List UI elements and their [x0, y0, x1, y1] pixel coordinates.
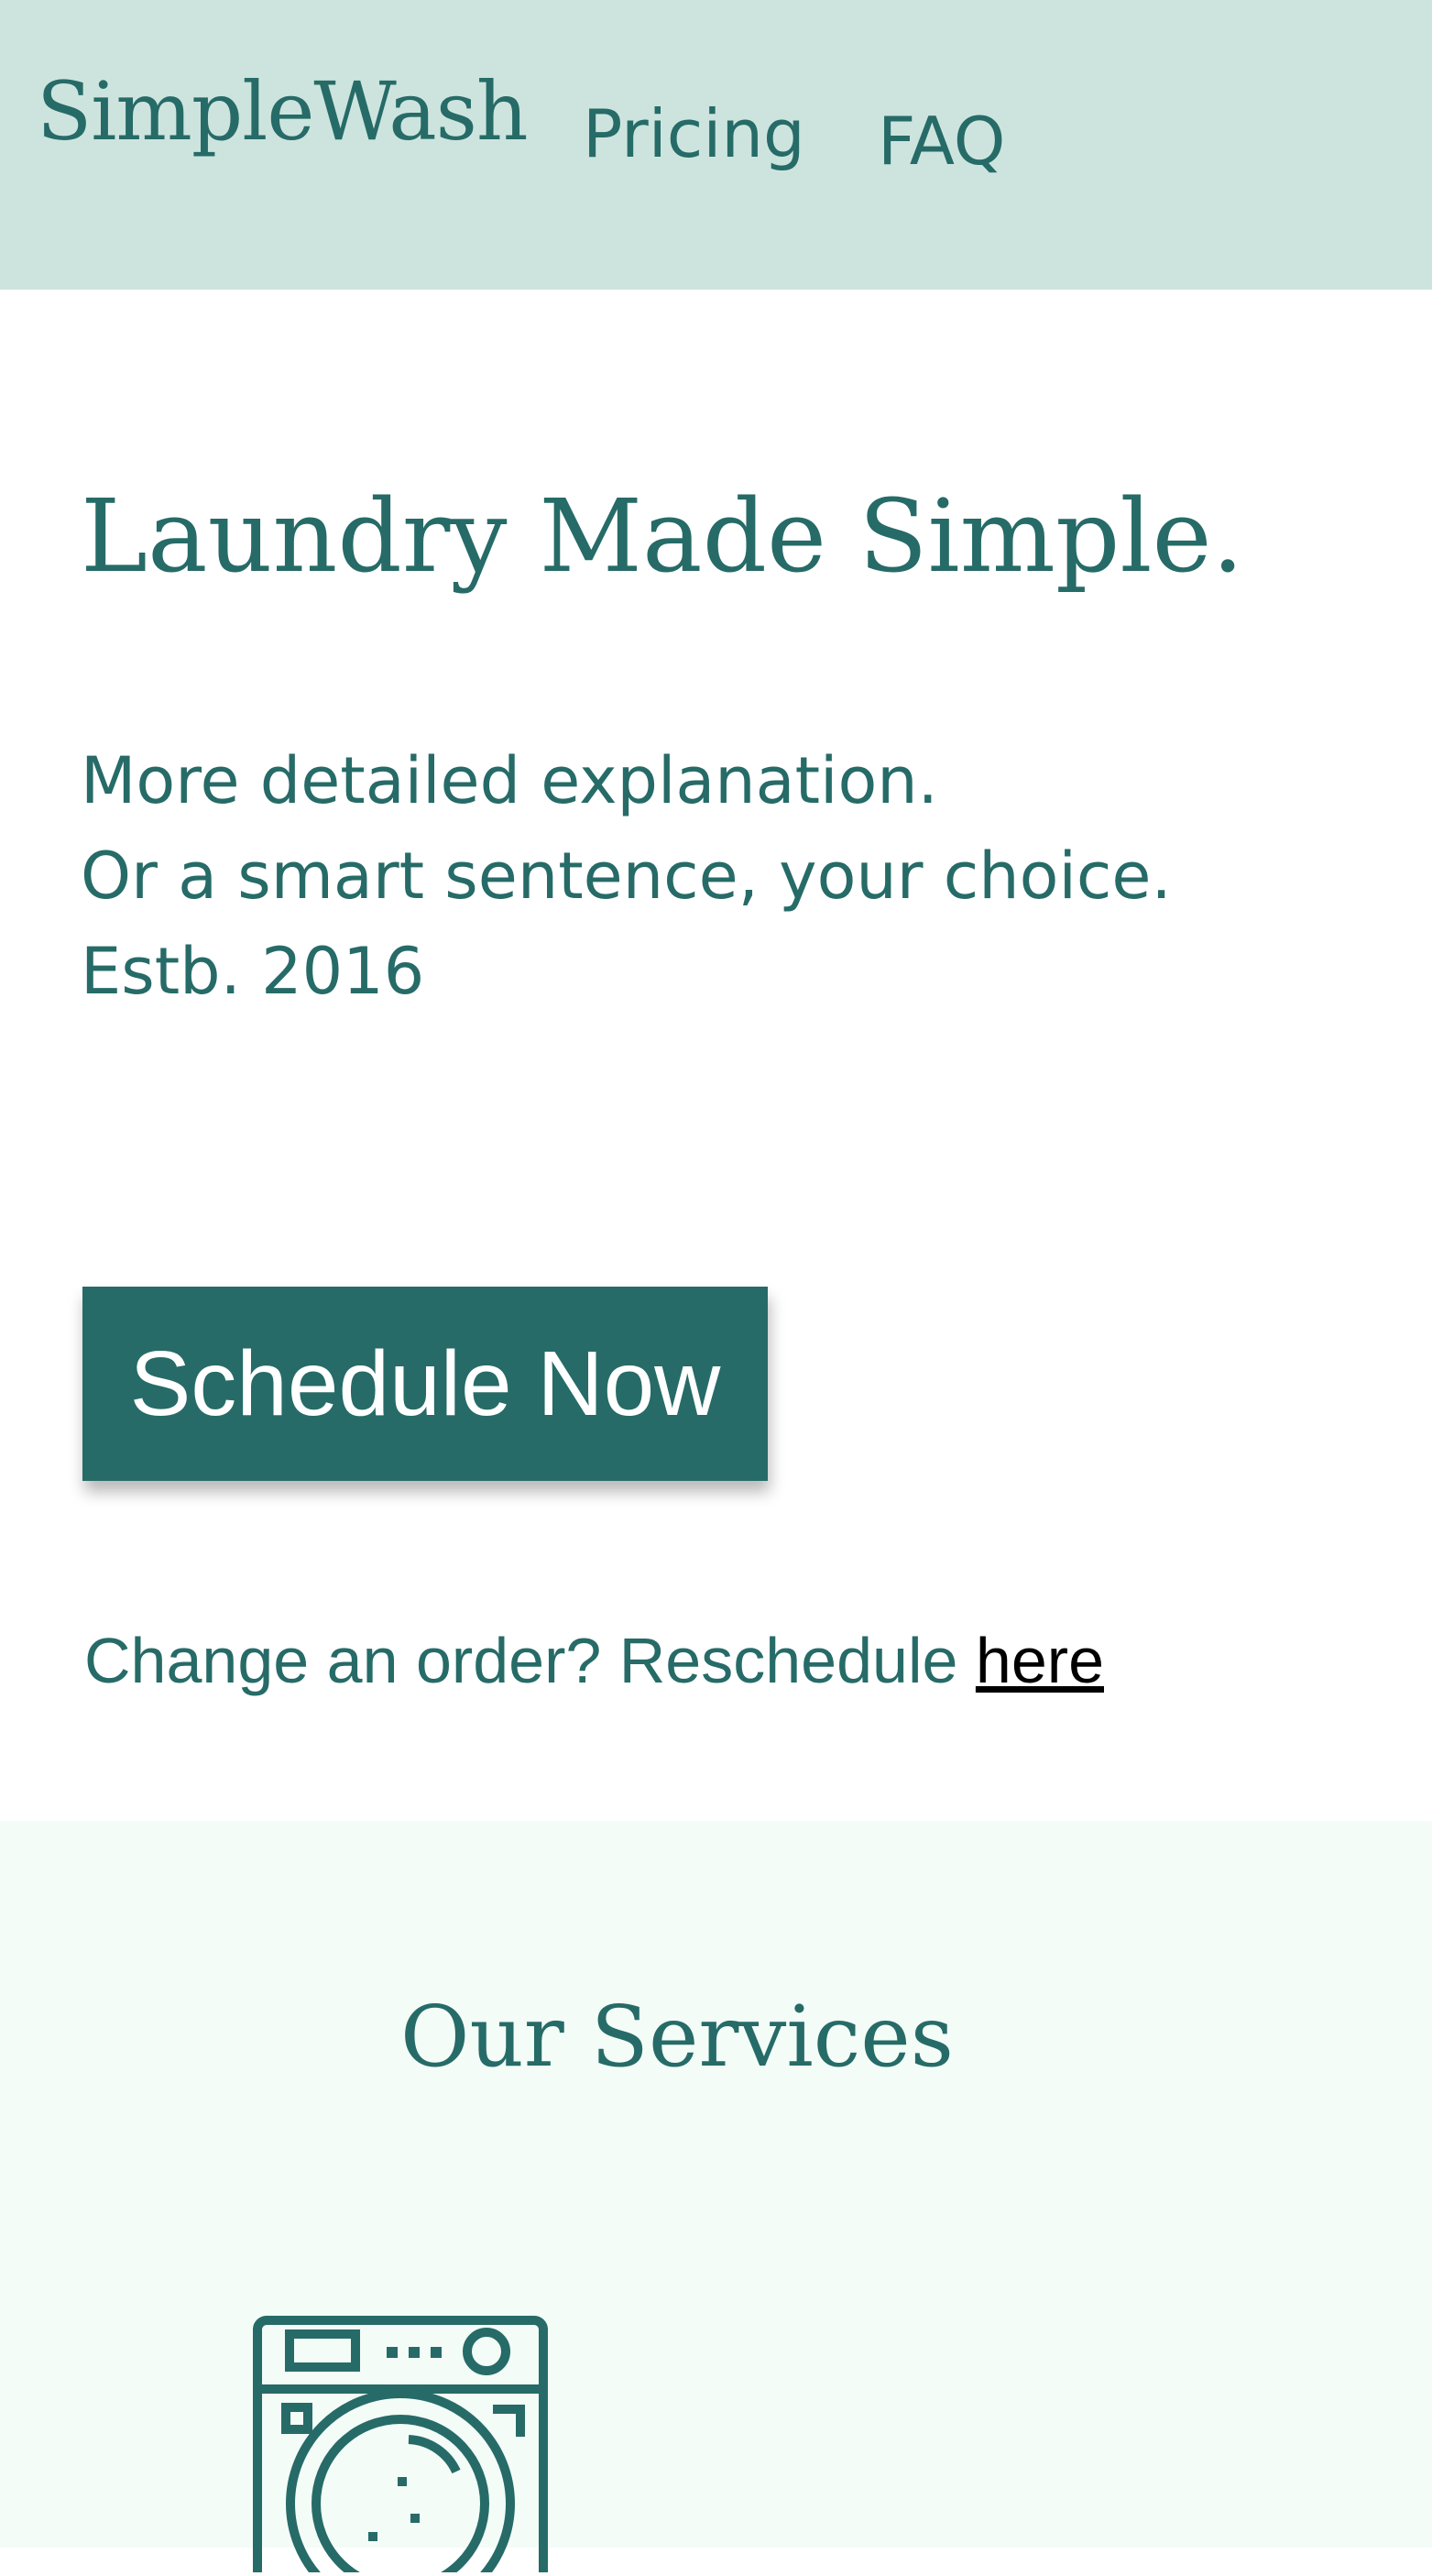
brand-logo[interactable]: SimpleWash: [37, 71, 529, 152]
services-title: Our Services: [400, 1988, 954, 2086]
services-section: Our Services: [0, 1821, 1432, 2576]
schedule-now-label: Schedule Now: [129, 1332, 721, 1435]
reschedule-text: Change an order? Reschedule: [84, 1625, 976, 1696]
hero-description-line: More detailed explanation.: [81, 743, 938, 818]
reschedule-notice: Change an order? Reschedule here: [84, 1622, 1104, 1699]
hero-description-line: Or a smart sentence, your choice.: [81, 839, 1172, 914]
nav-link-faq[interactable]: FAQ: [878, 108, 1005, 174]
schedule-now-button[interactable]: Schedule Now: [82, 1287, 768, 1481]
hero-description-line: Estb. 2016: [81, 934, 425, 1009]
top-navigation-bar: SimpleWash Pricing FAQ: [0, 0, 1432, 290]
nav-link-pricing[interactable]: Pricing: [583, 101, 805, 167]
washing-machine-icon: [253, 2316, 548, 2576]
hero-title: Laundry Made Simple.: [81, 477, 1244, 595]
hero-description: More detailed explanation. Or a smart se…: [81, 733, 1172, 1019]
reschedule-here-link[interactable]: here: [976, 1625, 1104, 1696]
